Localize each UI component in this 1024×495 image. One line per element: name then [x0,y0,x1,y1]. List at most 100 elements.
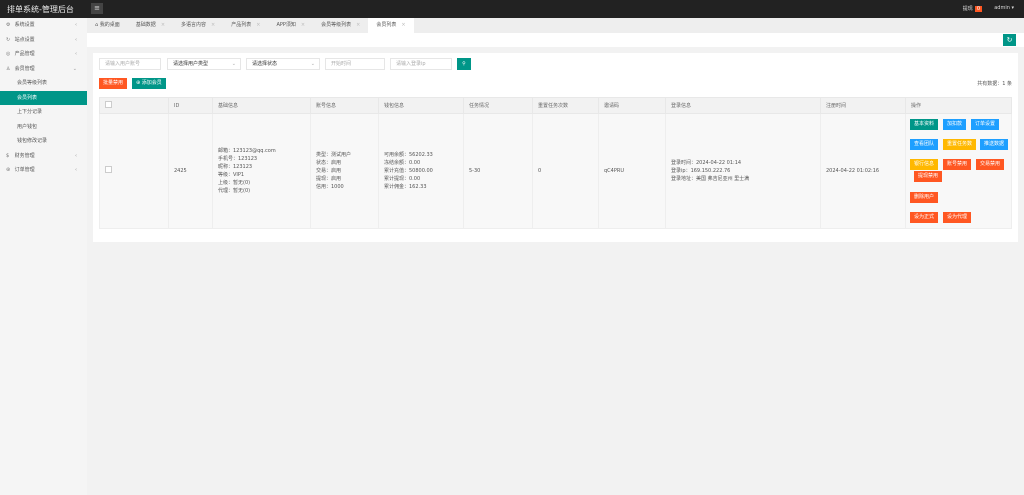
refresh-icon: ↻ [6,36,11,43]
ip-input[interactable]: 请输入登录ip [390,58,452,70]
sidebar-item-site[interactable]: ↻ 站点设置 ‹ [0,33,87,48]
tab-member-list[interactable]: 会员列表 × [368,18,414,33]
col-header: 任务情况 [463,97,533,114]
total-recharge: 累计充值：50800.00 [384,168,433,174]
search-icon: ⚲ [462,61,466,67]
order-settings-button[interactable]: 订单设置 [971,119,1000,130]
sidebar-item-finance[interactable]: $ 财务管理 ‹ [0,149,87,164]
select-value: 请选择用户类型 [173,61,209,67]
chevron-left-icon: ‹ [75,36,77,43]
sidebar-item-order[interactable]: ⊛ 订单管理 ‹ [0,163,87,178]
batch-disable-button[interactable]: 批量禁用 [99,78,128,89]
col-header: ID [168,97,213,114]
sidebar-item-score-log[interactable]: 上下分记录 [0,105,87,120]
label: 站点设置 [14,36,35,43]
chevron-left-icon: ‹ [75,22,77,28]
sidebar-item-product[interactable]: ◎ 产品管理 ‹ [0,47,87,62]
tab-label: 会员等级列表 [321,22,352,28]
withdraw: 提现：启用 [316,176,342,182]
label: 产品管理 [14,51,35,57]
bank-info-button[interactable]: 银行信息 [910,159,939,170]
tab-products[interactable]: 产品列表 × [223,18,268,33]
label: 系统设置 [14,22,35,28]
tab-label: 会员列表 [376,22,397,28]
menu-toggle-button[interactable]: ≡ [91,3,103,14]
wallet-info-cell: 可用余额：56202.33 冻结余额：0.00 累计充值：50800.00 累计提现：… [378,113,464,229]
tab-app-notice[interactable]: APP须知 × [268,18,313,33]
refresh-button[interactable]: ↻ [1003,34,1016,46]
email: 邮箱：123123@qq.com [218,148,276,154]
chevron-down-icon: ⌄ [310,61,315,67]
id-cell: 2425 [168,113,213,229]
trade: 交易：启用 [316,168,342,174]
row-checkbox[interactable] [105,166,112,173]
set-agent-button[interactable]: 设为代理 [943,212,972,223]
close-icon[interactable]: × [256,22,260,28]
disable-withdraw-button[interactable]: 提现禁用 [914,171,943,182]
view-team-button[interactable]: 查看团队 [910,139,939,150]
sidebar-item-wallet-log[interactable]: 钱包修改记录 [0,134,87,149]
top-bar: 排单系统-管理后台 ≡ 提现 0 admin ▾ [0,0,1024,18]
tab-member-level[interactable]: 会员等级列表 × [313,18,368,33]
tab-multilang[interactable]: 多语言内容 × [173,18,223,33]
agent: 代理：暂无(0) [218,188,251,194]
sidebar-item-member-level[interactable]: 会员等级列表 [0,76,87,91]
adjust-balance-button[interactable]: 加扣款 [943,119,967,130]
tab-desktop[interactable]: ⌂ 我的桌面 [87,18,128,33]
start-time-input[interactable]: 开始时间 [325,58,385,70]
close-icon[interactable]: × [211,22,215,28]
close-icon[interactable]: × [301,22,305,28]
sidebar-item-member-list[interactable]: 会员列表 [0,90,87,105]
chevron-left-icon: ‹ [75,167,77,173]
reset-task-button[interactable]: 重置任务数 [943,139,977,150]
disable-account-button[interactable]: 账号禁用 [943,159,972,170]
select-all-checkbox[interactable] [105,101,112,108]
status: 状态：启用 [316,160,342,166]
frozen: 冻结余额：0.00 [384,160,421,166]
withdraw-notice[interactable]: 提现 0 [963,5,982,12]
sidebar-item-system[interactable]: ⚙ 系统设置 ‹ [0,18,87,33]
status-select[interactable]: 请选择状态 ⌄ [246,58,320,70]
notice-badge: 0 [974,6,982,12]
user-icon: ♙ [6,65,11,72]
disable-trade-button[interactable]: 交易禁用 [976,159,1005,170]
add-member-button[interactable]: ⊕ 添加会员 [132,78,166,89]
user-type-select[interactable]: 请选择用户类型 ⌄ [167,58,241,70]
balance: 可用余额：56202.33 [384,152,433,158]
sidebar-item-member[interactable]: ♙ 会员管理 ⌄ [0,62,87,77]
product-icon: ◎ [6,51,11,57]
user-menu[interactable]: admin ▾ [994,5,1014,11]
task-cell: 5-30 [463,113,533,229]
close-icon[interactable]: × [161,22,165,28]
col-header: 登录信息 [665,97,821,114]
app-title: 排单系统-管理后台 [7,5,74,14]
chevron-left-icon: ‹ [75,152,77,159]
invite-code-cell: qC4PRU [598,113,666,229]
close-icon[interactable]: × [401,22,405,28]
search-button[interactable]: ⚲ [457,58,471,70]
login-time: 登录时间：2024-04-22 01:14 [671,160,742,166]
col-header: 邀请码 [598,97,666,114]
close-icon[interactable]: × [356,22,360,28]
login-ip: 登录ip：169.150.222.76 [671,168,731,174]
tab-label: 多语言内容 [181,22,207,28]
order-icon: ⊛ [6,167,11,173]
account-input[interactable]: 请输入用户账号 [99,58,161,70]
delete-user-button[interactable]: 删除用户 [910,192,939,203]
sidebar-item-wallet[interactable]: 用户钱包 [0,120,87,135]
tab-label: APP须知 [276,22,296,28]
home-icon: ⌂ [95,22,99,28]
basic-info-button[interactable]: 基本资料 [910,119,939,130]
member-list-card: 请输入用户账号 请选择用户类型 ⌄ 请选择状态 ⌄ 开始时间 请输入登录ip ⚲ 批… [93,53,1018,242]
notice-label: 提现 [962,6,973,12]
username: admin [994,5,1010,11]
chevron-down-icon: ⌄ [231,61,236,67]
total-commission: 累计佣金：162.33 [384,184,427,190]
chevron-left-icon: ‹ [75,51,77,57]
dollar-icon: $ [6,152,10,159]
tab-basic-data[interactable]: 基础数据 × [128,18,173,33]
header-checkbox-cell [99,97,169,114]
label: 会员管理 [14,65,35,72]
set-formal-button[interactable]: 设为正式 [910,212,939,223]
push-data-button[interactable]: 推送数据 [980,139,1009,150]
